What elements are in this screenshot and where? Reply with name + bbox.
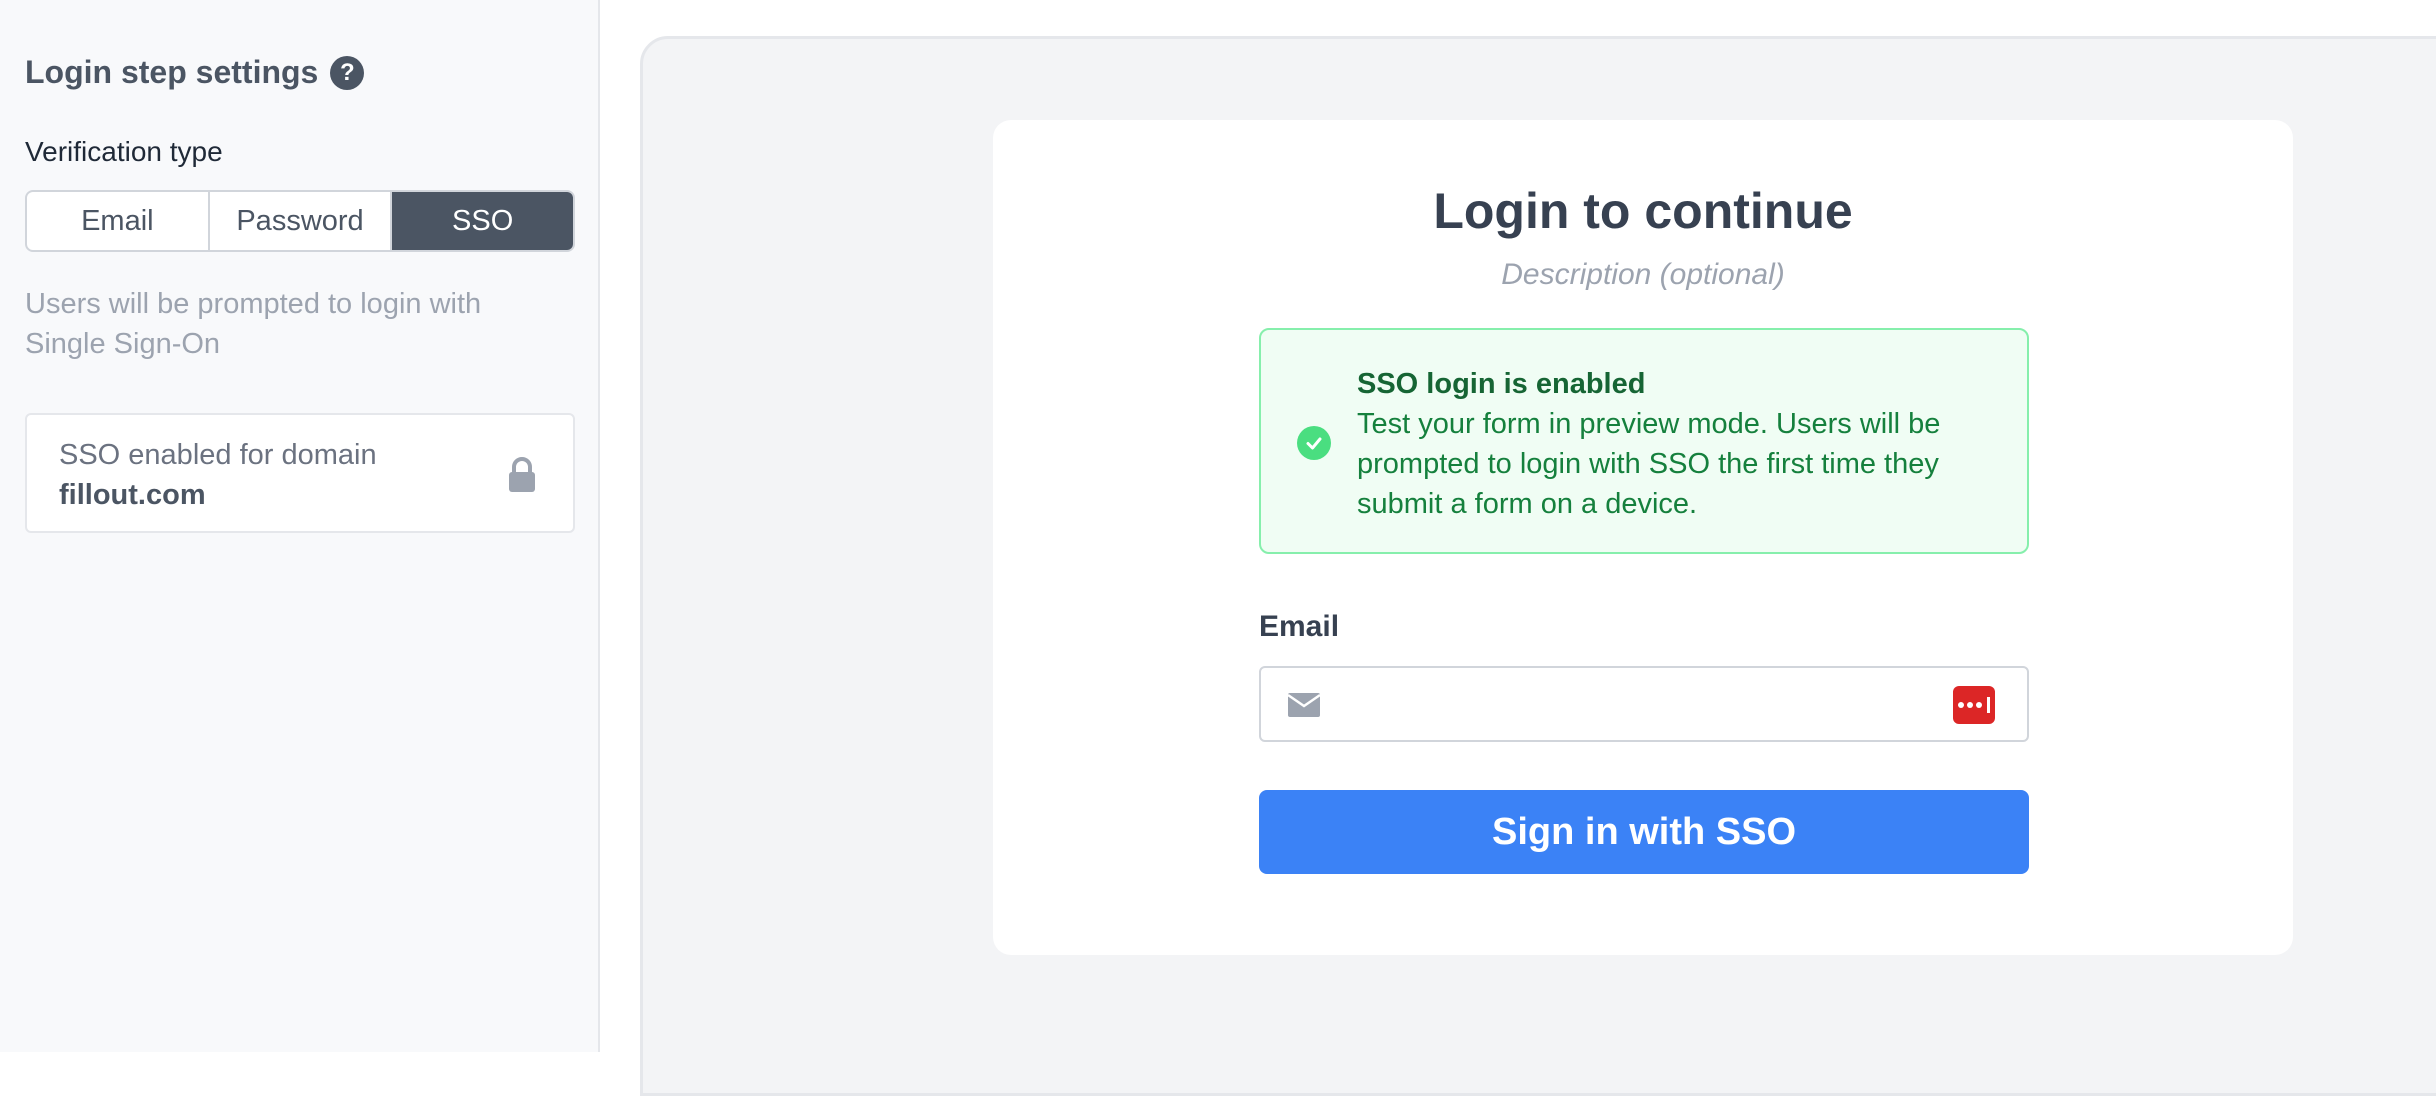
login-title: Login to continue xyxy=(1433,183,1853,239)
login-description[interactable]: Description (optional) xyxy=(993,258,2293,292)
segment-password[interactable]: Password xyxy=(210,192,393,250)
settings-sidebar: Login step settings ? Verification type … xyxy=(0,0,600,1052)
email-field[interactable] xyxy=(1259,666,2029,742)
check-circle-icon xyxy=(1297,426,1331,460)
sidebar-header: Login step settings ? xyxy=(25,54,365,91)
verification-type-label: Verification type xyxy=(25,136,223,167)
mail-icon xyxy=(1287,693,1321,717)
sso-domain-label: SSO enabled for domain xyxy=(59,439,377,471)
segment-sso[interactable]: SSO xyxy=(392,192,573,250)
sso-domain-box: SSO enabled for domain fillout.com xyxy=(25,413,575,533)
alert-title: SSO login is enabled xyxy=(1357,368,1646,400)
email-label: Email xyxy=(1259,610,1340,643)
verification-helper-text: Users will be prompted to login with Sin… xyxy=(25,288,482,360)
lock-icon xyxy=(509,457,535,492)
alert-body: SSO login is enabled Test your form in p… xyxy=(1357,364,1977,524)
verification-type-selector: Email Password SSO xyxy=(25,190,575,252)
alert-message: Test your form in preview mode. Users wi… xyxy=(1357,408,1941,520)
sso-enabled-alert: SSO login is enabled Test your form in p… xyxy=(1259,328,2029,554)
sso-domain-value: fillout.com xyxy=(59,479,206,511)
sidebar-title: Login step settings xyxy=(25,54,319,90)
sign-in-sso-button[interactable]: Sign in with SSO xyxy=(1259,790,2029,874)
login-card: Login to continue Description (optional)… xyxy=(993,120,2293,955)
help-circle-icon[interactable]: ? xyxy=(330,55,365,90)
email-input[interactable] xyxy=(1341,676,1901,732)
password-manager-icon[interactable] xyxy=(1953,686,1995,724)
segment-email[interactable]: Email xyxy=(27,192,210,250)
